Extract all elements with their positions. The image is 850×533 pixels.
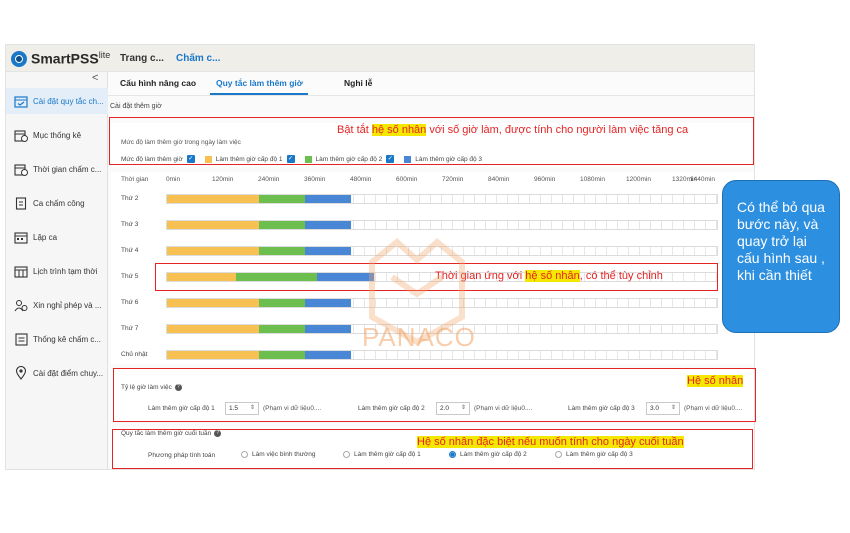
day-label: Thứ 7 — [121, 325, 139, 332]
day-label: Thứ 3 — [121, 221, 139, 228]
time-tick-label: 1440min — [690, 176, 715, 183]
day-label: Thứ 4 — [121, 247, 139, 254]
collapse-sidebar-button[interactable]: < — [92, 72, 98, 84]
annotation-box-ratio — [113, 368, 756, 422]
sidebar-item-shift[interactable]: Ca chấm công — [6, 190, 108, 216]
calendar-grid-icon — [13, 264, 29, 278]
calendar-grid-icon — [13, 230, 29, 244]
sidebar-item-label: Ca chấm công — [33, 198, 85, 208]
time-tick-label: 0min — [166, 176, 181, 183]
calendar-clock-icon — [13, 128, 29, 142]
time-tick-label: 600min — [396, 176, 418, 183]
annotation-weekend-note: Hệ số nhân đặc biệt nếu muốn tính cho ng… — [417, 436, 684, 448]
time-tick-label: 840min — [488, 176, 510, 183]
location-pin-icon — [13, 366, 29, 380]
time-tick-label: 720min — [442, 176, 464, 183]
time-tick-label: 480min — [350, 176, 372, 183]
timeline-header-label: Thời gian — [121, 176, 149, 183]
overtime-segment-level2[interactable] — [259, 247, 305, 255]
clipboard-icon — [13, 196, 29, 210]
sidebar-item-label: Xin nghỉ phép và ... — [33, 300, 102, 310]
overtime-segment-level3[interactable] — [305, 325, 351, 333]
overtime-segment-level2[interactable] — [259, 195, 305, 203]
day-label: Thứ 2 — [121, 195, 139, 202]
overtime-segment-level2[interactable] — [259, 351, 305, 359]
sidebar-item-rule-settings[interactable]: Cài đặt quy tắc ch... — [6, 88, 108, 114]
report-icon — [13, 332, 29, 346]
overtime-segment-level1[interactable] — [167, 299, 259, 307]
overtime-segment-level1[interactable] — [167, 195, 259, 203]
calendar-clock-icon — [13, 162, 29, 176]
time-tick-label: 240min — [258, 176, 280, 183]
overtime-segment-level3[interactable] — [305, 247, 351, 255]
sidebar: < Cài đặt quy tắc ch... Mục thống kê Thờ… — [6, 72, 108, 469]
time-tick-label: 360min — [304, 176, 326, 183]
sidebar-item-label: Cài đặt điểm chuy... — [33, 368, 104, 378]
day-label: Thứ 5 — [121, 273, 139, 280]
sidebar-item-label: Mục thống kê — [33, 130, 82, 140]
sidebar-item-schedule[interactable]: Lập ca — [6, 224, 108, 250]
sidebar-item-stat-items[interactable]: Mục thống kê — [6, 122, 108, 148]
sidebar-item-leave[interactable]: Xin nghỉ phép và ... — [6, 292, 108, 318]
watermark-text: PANACO — [362, 322, 476, 352]
day-label: Thứ 6 — [121, 299, 139, 306]
tab-overtime-rules[interactable]: Quy tắc làm thêm giờ — [216, 78, 303, 88]
overtime-segment-level3[interactable] — [305, 195, 351, 203]
sidebar-item-label: Thống kê chấm c... — [33, 334, 102, 344]
overtime-segment-level3[interactable] — [305, 351, 351, 359]
sub-tab-bar: Cấu hình nâng cao Quy tắc làm thêm giờ N… — [108, 72, 754, 96]
overtime-segment-level2[interactable] — [259, 299, 305, 307]
calendar-check-icon — [13, 94, 29, 108]
overtime-segment-level1[interactable] — [167, 351, 259, 359]
overtime-segment-level1[interactable] — [167, 247, 259, 255]
people-icon — [13, 298, 29, 312]
sidebar-item-label: Thời gian chấm c... — [33, 164, 102, 174]
tab-advanced-config[interactable]: Cấu hình nâng cao — [120, 78, 196, 88]
app-brand: SmartPSSlite — [31, 50, 111, 67]
smartpss-logo-icon — [11, 51, 27, 67]
annotation-toggle-note: Bật tắt hệ số nhân với số giờ làm, được … — [337, 124, 689, 136]
overtime-segment-level1[interactable] — [167, 221, 259, 229]
sidebar-item-location[interactable]: Cài đặt điểm chuy... — [6, 360, 108, 386]
annotation-ratio-note: Hệ số nhân — [687, 375, 744, 387]
tip-bubble: Có thể bỏ qua bước này, và quay trở lại … — [722, 180, 840, 333]
time-tick-label: 1080min — [580, 176, 605, 183]
title-bar: SmartPSSlite Trang c... Chấm c... — [6, 45, 754, 72]
tab-home[interactable]: Trang c... — [120, 53, 164, 64]
sidebar-item-label: Cài đặt quy tắc ch... — [33, 96, 104, 106]
time-tick-label: 120min — [212, 176, 234, 183]
sidebar-item-attendance-time[interactable]: Thời gian chấm c... — [6, 156, 108, 182]
sidebar-item-temp-schedule[interactable]: Lịch trình tạm thời — [6, 258, 108, 284]
section-title: Cài đặt thêm giờ — [110, 103, 162, 110]
overtime-segment-level2[interactable] — [259, 221, 305, 229]
time-tick-label: 1200min — [626, 176, 651, 183]
day-label: Chủ nhật — [121, 351, 148, 358]
day-track[interactable] — [166, 194, 718, 204]
sidebar-item-label: Lập ca — [33, 232, 58, 242]
sidebar-item-label: Lịch trình tạm thời — [33, 266, 98, 276]
day-track[interactable] — [166, 220, 718, 230]
overtime-segment-level3[interactable] — [305, 221, 351, 229]
overtime-segment-level2[interactable] — [259, 325, 305, 333]
active-tab-indicator — [210, 93, 308, 95]
sidebar-item-report[interactable]: Thống kê chấm c... — [6, 326, 108, 352]
tab-attendance[interactable]: Chấm c... — [176, 53, 220, 64]
tab-holidays[interactable]: Nghỉ lễ — [344, 78, 372, 88]
overtime-segment-level1[interactable] — [167, 325, 259, 333]
overtime-segment-level3[interactable] — [305, 299, 351, 307]
time-tick-label: 960min — [534, 176, 556, 183]
annotation-box-weekend — [112, 429, 753, 469]
